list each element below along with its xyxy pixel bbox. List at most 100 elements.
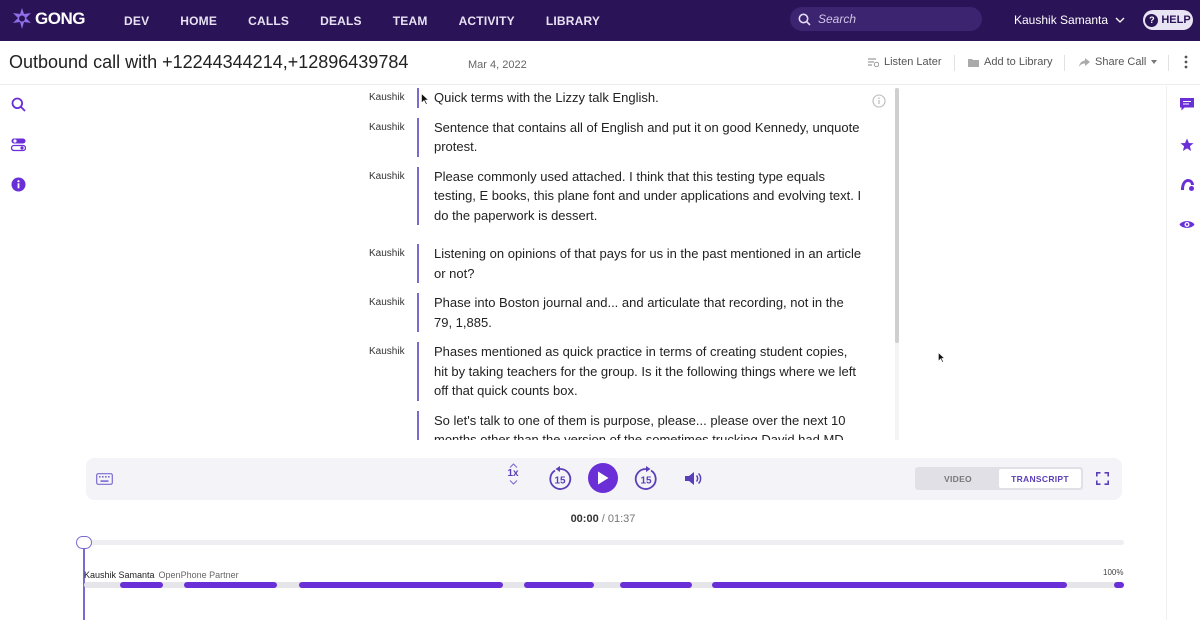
transcript-utterance[interactable]: So let's talk to one of them is purpose,… [362,401,892,441]
transcript-utterance[interactable]: Kaushik Quick terms with the Lizzy talk … [362,88,892,108]
skip-back-label: 15 [554,476,566,487]
talk-segment[interactable] [184,582,277,588]
talk-percentage: 100% [1103,568,1124,577]
top-nav: GONG DEV HOME CALLS DEALS TEAM ACTIVITY … [0,0,1200,41]
nav-team[interactable]: TEAM [393,14,428,28]
talk-segment[interactable] [120,582,163,588]
skip-forward-label: 15 [640,476,652,487]
left-sidebar [0,86,38,620]
speaker-bar [417,342,419,401]
share-arrow-icon [1079,57,1090,67]
nav-activity[interactable]: ACTIVITY [459,14,515,28]
nav-home[interactable]: HOME [180,14,217,28]
talk-segment[interactable] [712,582,1067,588]
star-icon[interactable] [1180,138,1194,152]
talk-segment[interactable] [299,582,503,588]
info-outline-icon[interactable] [872,94,886,108]
eye-icon[interactable] [1179,219,1195,230]
call-header: Outbound call with +12244344214,+1289643… [0,41,1200,85]
transcript-scrollbar-thumb[interactable] [895,88,899,343]
talk-segment[interactable] [1114,582,1124,588]
skip-back-button[interactable]: 15 [547,466,573,492]
search-icon[interactable] [11,97,26,112]
info-icon[interactable] [11,177,26,192]
volume-icon[interactable] [685,471,703,486]
speaker-track-label: Kaushik Samanta OpenPhone Partner [84,570,239,580]
nav-dev[interactable]: DEV [124,14,149,28]
keyboard-icon[interactable] [96,473,113,485]
speaker-name: Kaushik [369,121,405,133]
transcript-tab[interactable]: TRANSCRIPT [999,469,1081,488]
speaker-bar [417,410,419,440]
search-input[interactable] [818,12,968,26]
talk-segment[interactable] [620,582,692,588]
activity-icon[interactable] [1180,178,1195,192]
share-call-label: Share Call [1095,56,1147,68]
speaker-talk-track[interactable] [84,582,1124,588]
utterance-text: Phase into Boston journal and... and art… [434,295,844,330]
nav-library[interactable]: LIBRARY [546,14,600,28]
utterance-text: Listening on opinions of that pays for u… [434,246,862,281]
transcript-utterance[interactable]: Kaushik Please commonly used attached. I… [362,166,892,225]
help-button[interactable]: ? HELP [1143,10,1193,30]
utterance-text: Phases mentioned as quick practice in te… [434,344,857,398]
playback-speed: 1x [507,468,519,479]
speaker-name: Kaushik [369,297,405,308]
speaker-bar [417,244,419,283]
total-time: 01:37 [607,513,636,525]
list-clock-icon [868,58,879,67]
transcript-utterance[interactable]: Kaushik Sentence that contains all of En… [362,117,892,157]
speaker-bar [417,88,419,108]
nav-calls[interactable]: CALLS [248,14,289,28]
speaker-name [369,411,421,441]
toggle-settings-icon[interactable] [11,137,26,152]
mouse-cursor-icon [421,93,429,105]
transcript-utterance[interactable]: Kaushik Listening on opinions of that pa… [362,244,892,283]
track-speaker-name: Kaushik Samanta [84,570,155,580]
share-call-button[interactable]: Share Call [1079,56,1158,68]
search-box[interactable] [790,7,982,31]
skip-forward-button[interactable]: 15 [633,466,659,492]
utterance-text: So let's talk to one of them is purpose,… [434,412,846,441]
mouse-cursor-icon [938,352,945,363]
play-button[interactable] [588,463,618,493]
call-date: Mar 4, 2022 [468,59,527,71]
forward-15-icon: 15 [634,466,657,490]
utterance-text: Please commonly used attached. I think t… [434,168,862,223]
playback-speed-control[interactable]: 1x [504,463,522,485]
divider [1064,55,1065,71]
transcript-panel[interactable]: Kaushik Quick terms with the Lizzy talk … [362,88,892,440]
talk-segment[interactable] [524,582,594,588]
comment-icon[interactable] [1180,98,1194,111]
video-tab[interactable]: VIDEO [917,469,999,488]
page-title: Outbound call with +12244344214,+1289643… [9,52,409,72]
right-sidebar [1166,86,1200,620]
fullscreen-icon[interactable] [1096,472,1109,485]
user-menu[interactable]: Kaushik Samanta [1014,13,1125,27]
add-to-library-button[interactable]: Add to Library [968,56,1052,68]
timeline-scrubber[interactable] [84,540,1124,545]
utterance-text: Sentence that contains all of English an… [434,119,860,155]
nav-deals[interactable]: DEALS [320,14,362,28]
playhead-handle[interactable] [76,536,92,549]
speaker-name: Kaushik [369,92,405,103]
divider [1168,55,1169,71]
transcript-utterance[interactable]: Kaushik Phases mentioned as quick practi… [362,342,892,401]
listen-later-button[interactable]: Listen Later [868,56,941,68]
brand-name: GONG [35,9,85,28]
view-toggle: VIDEO TRANSCRIPT [915,467,1083,490]
help-label: HELP [1161,14,1191,26]
folder-icon [968,58,979,67]
gong-logo-icon [13,8,31,29]
more-options-icon[interactable] [1183,55,1189,69]
caret-down-icon [1151,60,1158,64]
search-icon [798,13,811,26]
speaker-name: Kaushik [369,170,405,182]
rewind-15-icon: 15 [549,466,572,490]
track-speaker-affiliation: OpenPhone Partner [158,570,239,580]
transcript-utterance[interactable]: Kaushik Phase into Boston journal and...… [362,293,892,332]
playback-time: 00:00 / 01:37 [540,513,666,525]
gong-logo[interactable]: GONG [12,8,85,30]
speaker-bar [417,117,419,157]
chevron-down-icon [1115,17,1125,23]
